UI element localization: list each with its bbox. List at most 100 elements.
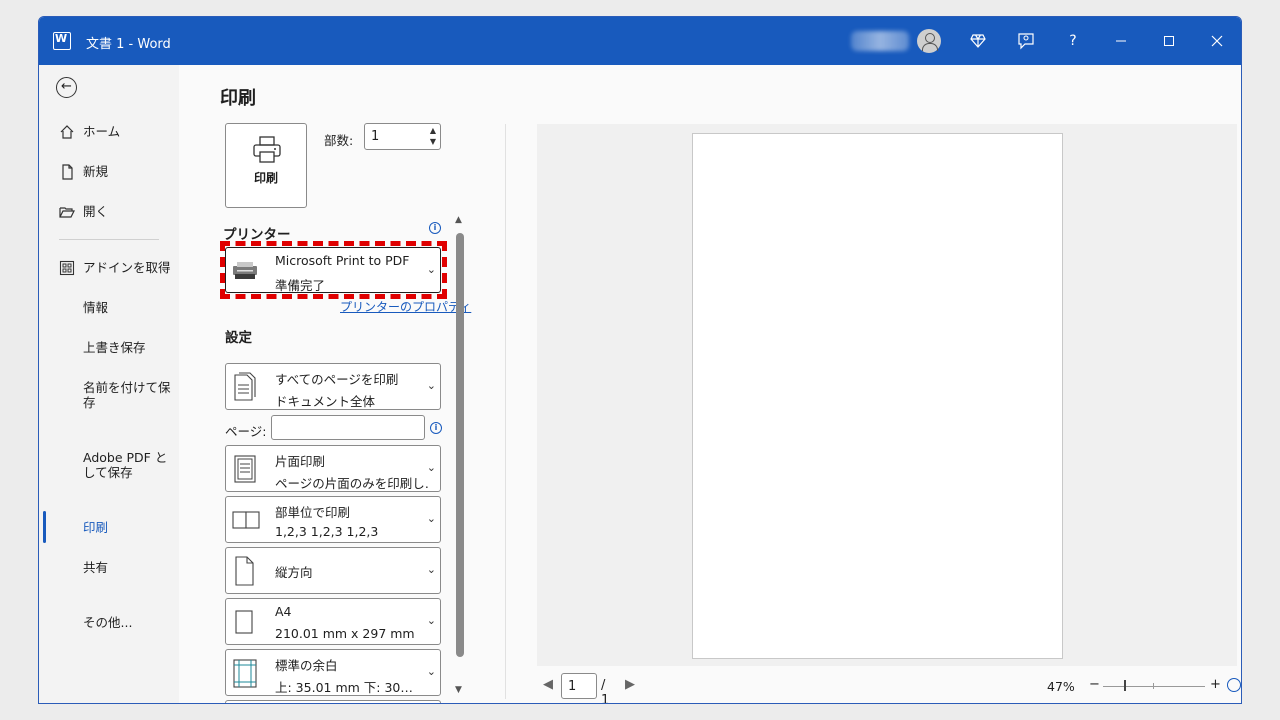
copies-value: 1 bbox=[371, 129, 380, 144]
nav-label: 情報 bbox=[83, 300, 109, 315]
settings-section-label: 設定 bbox=[225, 330, 252, 346]
portrait-icon bbox=[232, 555, 258, 587]
close-icon[interactable] bbox=[1205, 29, 1229, 53]
backstage-nav: ← ホーム 新規 開く アドインを取得 情報 上書き保存 名前を付けて保存 Ad… bbox=[39, 65, 179, 703]
fit-to-page-icon[interactable] bbox=[1227, 678, 1241, 692]
current-page-input[interactable]: 1 bbox=[561, 673, 597, 699]
maximize-icon[interactable] bbox=[1157, 29, 1181, 53]
orientation-select[interactable]: 縦方向 ⌄ bbox=[225, 547, 441, 594]
nav-label: 共有 bbox=[83, 560, 109, 575]
info-icon[interactable]: i bbox=[429, 222, 441, 234]
option-line2: 上: 35.01 mm 下: 30… bbox=[275, 680, 413, 695]
option-line1: 部単位で印刷 bbox=[275, 505, 351, 520]
nav-label: 印刷 bbox=[83, 520, 109, 535]
nav-divider bbox=[59, 239, 159, 240]
paper-size-select[interactable]: A4 210.01 mm x 297 mm ⌄ bbox=[225, 598, 441, 645]
collate-icon bbox=[232, 504, 260, 536]
zoom-in-button[interactable]: + bbox=[1210, 677, 1221, 692]
option-line1: A4 bbox=[275, 604, 292, 619]
nav-label: アドインを取得 bbox=[83, 260, 171, 275]
zoom-slider-thumb[interactable] bbox=[1124, 680, 1126, 691]
option-line1: 縦方向 bbox=[275, 565, 313, 580]
scroll-thumb[interactable] bbox=[456, 233, 464, 657]
scroll-down-icon[interactable]: ▼ bbox=[455, 685, 462, 695]
sides-select[interactable]: 片面印刷 ページの片面のみを印刷し… ⌄ bbox=[225, 445, 441, 492]
collate-select[interactable]: 部単位で印刷 1,2,3 1,2,3 1,2,3 ⌄ bbox=[225, 496, 441, 543]
printer-name: Microsoft Print to PDF bbox=[275, 253, 410, 268]
option-line1: 片面印刷 bbox=[275, 454, 326, 469]
settings-scrollbar[interactable]: ▲ ▼ bbox=[453, 215, 467, 697]
printer-status: 準備完了 bbox=[275, 278, 326, 293]
print-button-label: 印刷 bbox=[253, 171, 278, 185]
page-title: 印刷 bbox=[220, 88, 256, 109]
scroll-up-icon[interactable]: ▲ bbox=[455, 215, 462, 225]
printer-select[interactable]: Microsoft Print to PDF 準備完了 ⌄ bbox=[225, 247, 441, 293]
copies-label: 部数: bbox=[324, 133, 354, 148]
nav-label: Adobe PDF として保存 bbox=[83, 450, 168, 480]
option-line2: ページの片面のみを印刷し… bbox=[275, 476, 430, 491]
word-app-icon bbox=[53, 32, 71, 50]
print-preview bbox=[537, 124, 1237, 666]
addin-grid-icon bbox=[59, 260, 75, 276]
title-bar: 文書 1 - Word ? bbox=[39, 17, 1241, 65]
printer-section-label: プリンター bbox=[223, 227, 291, 243]
preview-page bbox=[692, 133, 1063, 659]
chevron-down-icon: ⌄ bbox=[426, 665, 436, 678]
word-window: 文書 1 - Word ? ← ホーム bbox=[38, 16, 1242, 704]
one-sided-icon bbox=[232, 453, 258, 485]
minimize-icon[interactable] bbox=[1109, 29, 1133, 53]
chevron-down-icon: ⌄ bbox=[426, 263, 436, 276]
next-page-icon[interactable]: ▶ bbox=[625, 677, 635, 692]
zoom-control: 47% − + bbox=[1047, 677, 1241, 697]
pages-icon bbox=[232, 371, 258, 403]
nav-label: その他... bbox=[83, 615, 133, 630]
nav-label: 新規 bbox=[83, 164, 109, 179]
paper-size-icon bbox=[232, 606, 258, 638]
info-icon[interactable]: i bbox=[430, 422, 442, 434]
print-button[interactable]: 印刷 bbox=[225, 123, 307, 208]
help-icon[interactable]: ? bbox=[1061, 29, 1085, 53]
total-pages: / 1 bbox=[601, 678, 610, 704]
page-scaling-select[interactable] bbox=[225, 700, 441, 703]
nav-label: 開く bbox=[83, 204, 109, 219]
nav-active-indicator bbox=[43, 511, 46, 543]
zoom-out-button[interactable]: − bbox=[1089, 677, 1100, 692]
printer-icon bbox=[252, 136, 282, 164]
user-name[interactable] bbox=[851, 31, 909, 51]
printer-device-icon bbox=[231, 261, 259, 281]
printer-properties-link[interactable]: プリンターのプロパティ bbox=[340, 298, 471, 315]
print-pane: 印刷 印刷 部数: 1 ▲ ▼ プリンター i Microsoft Print … bbox=[179, 65, 1241, 704]
open-folder-icon bbox=[59, 204, 75, 220]
pane-divider bbox=[505, 124, 506, 699]
option-line1: すべてのページを印刷 bbox=[275, 372, 399, 387]
option-line1: 標準の余白 bbox=[275, 658, 338, 673]
chevron-down-icon: ⌄ bbox=[426, 461, 436, 474]
chevron-down-icon: ⌄ bbox=[426, 563, 436, 576]
back-arrow-icon[interactable]: ← bbox=[56, 77, 77, 98]
home-icon bbox=[59, 124, 75, 140]
spin-up-icon[interactable]: ▲ bbox=[430, 126, 436, 135]
feedback-icon[interactable] bbox=[1014, 29, 1038, 53]
margins-icon bbox=[232, 657, 258, 689]
zoom-slider[interactable] bbox=[1103, 686, 1205, 687]
spin-down-icon[interactable]: ▼ bbox=[430, 137, 436, 146]
option-line2: 210.01 mm x 297 mm bbox=[275, 626, 415, 641]
chevron-down-icon: ⌄ bbox=[426, 614, 436, 627]
pages-label: ページ: bbox=[225, 424, 267, 439]
gem-icon[interactable] bbox=[966, 29, 990, 53]
print-range-select[interactable]: すべてのページを印刷 ドキュメント全体 ⌄ bbox=[225, 363, 441, 410]
nav-label: 名前を付けて保存 bbox=[83, 380, 171, 410]
option-line2: 1,2,3 1,2,3 1,2,3 bbox=[275, 524, 379, 539]
prev-page-icon[interactable]: ◀ bbox=[543, 677, 553, 692]
window-title: 文書 1 - Word bbox=[86, 37, 171, 52]
new-document-icon bbox=[59, 164, 75, 180]
copies-stepper[interactable]: 1 ▲ ▼ bbox=[364, 123, 441, 150]
nav-label: 上書き保存 bbox=[83, 340, 146, 355]
nav-label: ホーム bbox=[83, 124, 121, 139]
option-line2: ドキュメント全体 bbox=[275, 394, 376, 409]
avatar[interactable] bbox=[917, 29, 941, 53]
zoom-level[interactable]: 47% bbox=[1047, 679, 1075, 694]
chevron-down-icon: ⌄ bbox=[426, 512, 436, 525]
margins-select[interactable]: 標準の余白 上: 35.01 mm 下: 30… ⌄ bbox=[225, 649, 441, 696]
pages-input[interactable] bbox=[271, 415, 425, 440]
